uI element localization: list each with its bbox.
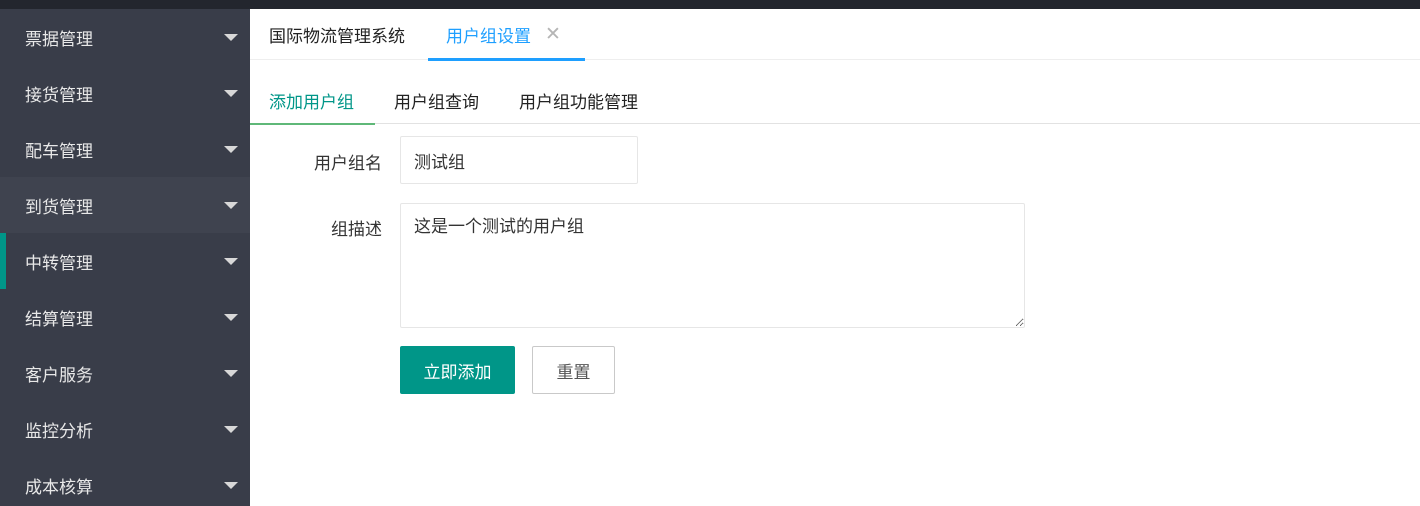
subtab-label: 添加用户组 xyxy=(269,93,354,113)
caret-down-icon xyxy=(224,202,238,209)
group-name-label: 用户组名 xyxy=(314,154,382,174)
page-tab-bar: 国际物流管理系统 用户组设置 ✕ xyxy=(250,9,1420,61)
tab-user-group-settings[interactable]: 用户组设置 ✕ xyxy=(428,9,585,61)
sidebar-item-label: 客户服务 xyxy=(25,365,93,386)
sidebar-item-settlement-management[interactable]: 结算管理 xyxy=(0,289,250,345)
caret-down-icon xyxy=(224,258,238,265)
main-content: 国际物流管理系统 用户组设置 ✕ 添加用户组 用户组查询 用户组功能管理 用户组… xyxy=(250,9,1420,506)
sidebar-item-vehicle-assignment[interactable]: 配车管理 xyxy=(0,121,250,177)
sidebar-item-label: 成本核算 xyxy=(25,477,93,498)
sidebar-item-label: 到货管理 xyxy=(25,197,93,218)
sidebar-item-label: 接货管理 xyxy=(25,85,93,106)
sidebar-item-pickup-management[interactable]: 接货管理 xyxy=(0,65,250,121)
sidebar-item-label: 监控分析 xyxy=(25,421,93,442)
caret-down-icon xyxy=(224,426,238,433)
add-now-button[interactable]: 立即添加 xyxy=(400,346,515,394)
group-name-input[interactable] xyxy=(400,136,638,184)
tab-home-label: 国际物流管理系统 xyxy=(269,27,405,47)
close-icon[interactable]: ✕ xyxy=(545,25,561,44)
sidebar-item-customer-service[interactable]: 客户服务 xyxy=(0,345,250,401)
sub-tab-bar: 添加用户组 用户组查询 用户组功能管理 xyxy=(250,77,1420,125)
subtab-user-group-query[interactable]: 用户组查询 xyxy=(394,77,479,124)
caret-down-icon xyxy=(224,314,238,321)
sidebar-item-cost-accounting[interactable]: 成本核算 xyxy=(0,457,250,506)
caret-down-icon xyxy=(224,482,238,489)
subtab-user-group-function-management[interactable]: 用户组功能管理 xyxy=(519,77,638,124)
caret-down-icon xyxy=(224,370,238,377)
tab-user-group-settings-label: 用户组设置 xyxy=(446,27,531,47)
sidebar-item-label: 中转管理 xyxy=(25,253,93,274)
subtab-label: 用户组查询 xyxy=(394,93,479,113)
top-header-bar xyxy=(0,0,1420,9)
sidebar-item-arrival-management[interactable]: 到货管理 xyxy=(0,177,250,233)
reset-button[interactable]: 重置 xyxy=(532,346,615,394)
sidebar: 票据管理 接货管理 配车管理 到货管理 中转管理 结算管理 客户服务 监控分析 … xyxy=(0,9,250,506)
sidebar-item-label: 票据管理 xyxy=(25,29,93,50)
caret-down-icon xyxy=(224,34,238,41)
group-description-label: 组描述 xyxy=(331,220,382,240)
caret-down-icon xyxy=(224,146,238,153)
caret-down-icon xyxy=(224,90,238,97)
sidebar-item-transfer-management[interactable]: 中转管理 xyxy=(0,233,250,289)
group-description-textarea[interactable]: 这是一个测试的用户组 xyxy=(400,203,1025,328)
sidebar-item-monitoring-analysis[interactable]: 监控分析 xyxy=(0,401,250,457)
sidebar-item-label: 结算管理 xyxy=(25,309,93,330)
sidebar-item-ticket-management[interactable]: 票据管理 xyxy=(0,9,250,65)
tab-home[interactable]: 国际物流管理系统 xyxy=(269,9,405,60)
sidebar-item-label: 配车管理 xyxy=(25,141,93,162)
subtab-add-user-group[interactable]: 添加用户组 xyxy=(250,77,375,125)
subtab-label: 用户组功能管理 xyxy=(519,93,638,113)
